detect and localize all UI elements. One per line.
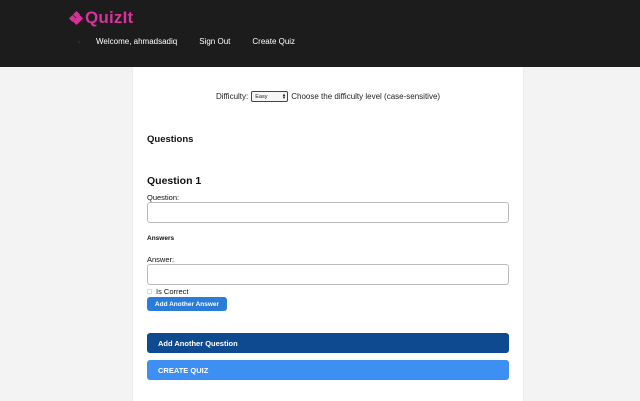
create-quiz-button[interactable]: CREATE QUIZ — [147, 360, 509, 380]
question-label: Question: — [147, 193, 180, 202]
quiz-form-card: Difficulty: Easy ▴ ▾ Choose the difficult… — [133, 67, 523, 401]
answer-label: Answer: — [147, 255, 175, 264]
answers-heading: Answers — [147, 235, 175, 242]
logo-text: QuizIt — [85, 8, 134, 27]
app-logo[interactable]: QuizIt — [68, 8, 134, 28]
add-answer-button[interactable]: Add Another Answer — [147, 297, 227, 311]
select-arrows-icon: ▴ ▾ — [282, 91, 286, 101]
difficulty-select[interactable]: Easy ▴ ▾ — [251, 91, 289, 102]
nav-bullet — [78, 40, 80, 43]
create-quiz-link[interactable]: Create Quiz — [252, 37, 295, 46]
difficulty-hint: Choose the difficulty level (case-sensit… — [291, 92, 441, 101]
difficulty-value: Easy — [255, 93, 268, 100]
answer-input[interactable] — [147, 264, 509, 285]
difficulty-row: Difficulty: Easy ▴ ▾ Choose the difficult… — [133, 91, 523, 102]
top-navbar: QuizIt Welcome, ahmadsadiq Sign Out Crea… — [0, 0, 640, 67]
welcome-text: Welcome, ahmadsadiq — [96, 37, 178, 46]
nav-links: Welcome, ahmadsadiq Sign Out Create Quiz — [78, 37, 317, 46]
question-title: Question 1 — [147, 175, 202, 187]
question-input[interactable] — [147, 202, 509, 223]
sign-out-link[interactable]: Sign Out — [199, 37, 230, 46]
is-correct-checkbox[interactable] — [147, 289, 152, 294]
is-correct-row: Is Correct — [147, 287, 189, 296]
add-question-button[interactable]: Add Another Question — [147, 333, 509, 353]
is-correct-label: Is Correct — [156, 287, 189, 296]
questions-heading: Questions — [147, 134, 194, 145]
difficulty-label: Difficulty: — [215, 92, 249, 101]
logo-icon — [68, 10, 84, 26]
